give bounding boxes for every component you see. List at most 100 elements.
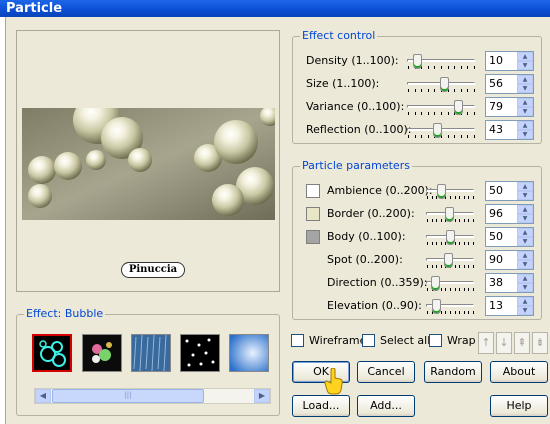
slider-tick — [415, 89, 416, 92]
effect-thumb-sparkle[interactable] — [82, 334, 122, 372]
random-button[interactable]: Random — [424, 361, 482, 383]
effect-control-slider[interactable] — [407, 100, 475, 115]
particle-param-slider[interactable] — [426, 299, 474, 314]
effect-control-slider[interactable] — [407, 77, 475, 92]
about-button[interactable]: About — [490, 361, 548, 383]
help-button[interactable]: Help — [490, 395, 548, 417]
spin-up-icon[interactable]: ▲ — [517, 205, 533, 214]
spin-up-icon[interactable]: ▲ — [517, 182, 533, 191]
slider-tick — [432, 242, 433, 245]
spin-down-icon[interactable]: ▼ — [517, 61, 533, 70]
particle-param-spinbox[interactable]: 96 ▲ ▼ — [485, 204, 534, 224]
spin-up-icon[interactable]: ▲ — [517, 52, 533, 61]
effect-control-spinbox[interactable]: 10 ▲ ▼ — [485, 51, 534, 71]
scroll-right-icon[interactable]: ▶ — [254, 389, 270, 403]
move-bottom-icon[interactable]: ⇟ — [532, 332, 548, 354]
slider-tick — [455, 265, 456, 268]
spin-down-icon[interactable]: ▼ — [517, 306, 533, 315]
effect-scrollbar[interactable]: ◀ ||| ▶ — [34, 388, 271, 404]
spin-up-icon[interactable]: ▲ — [517, 297, 533, 306]
slider-tick — [427, 288, 428, 291]
effect-thumb-sky[interactable] — [229, 334, 269, 372]
particle-param-slider[interactable] — [426, 184, 474, 199]
spin-up-icon[interactable]: ▲ — [517, 274, 533, 283]
particle-param-slider[interactable] — [426, 253, 474, 268]
color-swatch[interactable] — [306, 230, 320, 244]
particle-param-spinbox[interactable]: 50 ▲ ▼ — [485, 181, 534, 201]
spin-down-icon[interactable]: ▼ — [517, 260, 533, 269]
move-up-icon[interactable]: ↑ — [478, 332, 494, 354]
slider-thumb[interactable] — [446, 230, 455, 245]
slider-thumb[interactable] — [454, 100, 463, 115]
spin-down-icon[interactable]: ▼ — [517, 107, 533, 116]
particle-param-value[interactable]: 50 — [489, 228, 503, 246]
effect-thumb-bubble[interactable] — [32, 334, 72, 372]
particle-param-value[interactable]: 38 — [489, 274, 503, 292]
slider-thumb[interactable] — [413, 54, 422, 69]
spin-up-icon[interactable]: ▲ — [517, 251, 533, 260]
spin-up-icon[interactable]: ▲ — [517, 121, 533, 130]
particle-param-value[interactable]: 50 — [489, 182, 503, 200]
slider-tick — [473, 288, 474, 291]
slider-tick — [421, 89, 422, 92]
slider-tick — [464, 288, 465, 291]
slider-tick — [461, 89, 462, 92]
slider-thumb[interactable] — [432, 299, 441, 314]
wrap-box[interactable] — [429, 334, 442, 347]
slider-tick — [415, 112, 416, 115]
color-swatch[interactable] — [306, 207, 320, 221]
particle-param-slider[interactable] — [426, 207, 474, 222]
wrap-checkbox[interactable]: Wrap — [429, 334, 476, 349]
wireframe-box[interactable] — [291, 334, 304, 347]
effect-control-slider[interactable] — [407, 54, 475, 69]
spin-down-icon[interactable]: ▼ — [517, 84, 533, 93]
select-all-box[interactable] — [362, 334, 375, 347]
slider-thumb[interactable] — [444, 253, 453, 268]
slider-thumb[interactable] — [437, 184, 446, 199]
slider-thumb[interactable] — [445, 207, 454, 222]
slider-tick — [467, 89, 468, 92]
effect-control-spinbox[interactable]: 56 ▲ ▼ — [485, 74, 534, 94]
effect-control-value[interactable]: 79 — [489, 98, 503, 116]
wireframe-checkbox[interactable]: Wireframe — [291, 334, 366, 349]
particle-param-spinbox[interactable]: 13 ▲ ▼ — [485, 296, 534, 316]
particle-param-value[interactable]: 96 — [489, 205, 503, 223]
cancel-button[interactable]: Cancel — [357, 361, 415, 383]
title-bar[interactable]: Particle — [0, 0, 550, 17]
move-top-icon[interactable]: ⇞ — [514, 332, 530, 354]
color-swatch[interactable] — [306, 184, 320, 198]
particle-param-slider[interactable] — [426, 230, 474, 245]
particle-param-value[interactable]: 13 — [489, 297, 503, 315]
particle-param-value[interactable]: 90 — [489, 251, 503, 269]
effect-control-value[interactable]: 43 — [489, 121, 503, 139]
spin-down-icon[interactable]: ▼ — [517, 214, 533, 223]
slider-thumb[interactable] — [431, 276, 440, 291]
scroll-left-icon[interactable]: ◀ — [35, 389, 51, 403]
spin-up-icon[interactable]: ▲ — [517, 98, 533, 107]
move-down-icon[interactable]: ↓ — [496, 332, 512, 354]
spin-down-icon[interactable]: ▼ — [517, 283, 533, 292]
spin-up-icon[interactable]: ▲ — [517, 75, 533, 84]
spin-down-icon[interactable]: ▼ — [517, 191, 533, 200]
effect-control-spinbox[interactable]: 43 ▲ ▼ — [485, 120, 534, 140]
effect-thumb-stars[interactable] — [180, 334, 220, 372]
slider-thumb[interactable] — [433, 123, 442, 138]
effect-control-value[interactable]: 56 — [489, 75, 503, 93]
particle-param-slider[interactable] — [426, 276, 474, 291]
add-button[interactable]: Add... — [357, 395, 415, 417]
particle-param-spinbox[interactable]: 90 ▲ ▼ — [485, 250, 534, 270]
spin-down-icon[interactable]: ▼ — [517, 237, 533, 246]
spin-up-icon[interactable]: ▲ — [517, 228, 533, 237]
spin-down-icon[interactable]: ▼ — [517, 130, 533, 139]
effect-control-spinbox[interactable]: 79 ▲ ▼ — [485, 97, 534, 117]
select-all-checkbox[interactable]: Select all — [362, 334, 430, 349]
load-button[interactable]: Load... — [292, 395, 350, 417]
particle-param-spinbox[interactable]: 50 ▲ ▼ — [485, 227, 534, 247]
slider-thumb[interactable] — [440, 77, 449, 92]
effect-control-value[interactable]: 10 — [489, 52, 503, 70]
particle-param-spinbox[interactable]: 38 ▲ ▼ — [485, 273, 534, 293]
effect-control-slider[interactable] — [407, 123, 475, 138]
scroll-thumb[interactable]: ||| — [52, 389, 204, 403]
effect-thumb-rain[interactable] — [131, 334, 171, 372]
hand-cursor-icon — [324, 368, 343, 395]
